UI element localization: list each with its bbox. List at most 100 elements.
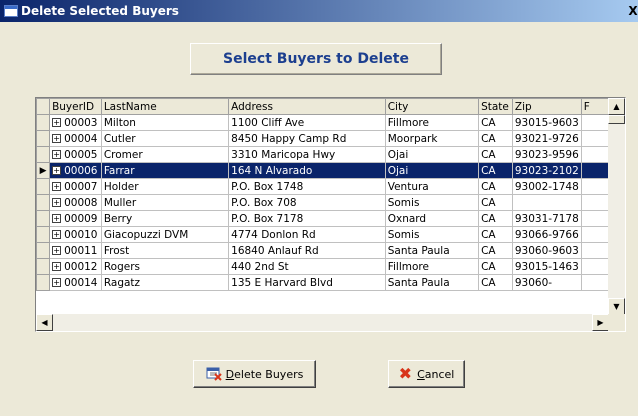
- cell-city[interactable]: Fillmore: [384, 258, 480, 275]
- horizontal-scrollbar[interactable]: ◀ ▶: [36, 314, 609, 331]
- cell-last[interactable]: Milton: [100, 114, 230, 131]
- table-row[interactable]: +00014 Ragatz 135 E Harvard Blvd Santa Paul…: [36, 274, 609, 291]
- table-row[interactable]: +00012 Rogers 440 2nd St Fillmore CA 93015-14…: [36, 258, 609, 275]
- table-row[interactable]: +00003 Milton 1100 Cliff Ave Fillmore CA 9301…: [36, 114, 609, 131]
- cell-last[interactable]: Berry: [100, 210, 230, 227]
- table-row[interactable]: +00011 Frost 16840 Anlauf Rd Santa Paula CA 9…: [36, 242, 609, 259]
- column-header-state[interactable]: State: [478, 98, 513, 115]
- cell-state[interactable]: CA: [478, 194, 513, 211]
- cell-address[interactable]: 3310 Maricopa Hwy: [228, 146, 386, 163]
- expand-icon[interactable]: +: [52, 214, 62, 223]
- column-header-buyerid[interactable]: BuyerID: [49, 98, 102, 115]
- cell-city[interactable]: Ventura: [384, 178, 480, 195]
- cell-address[interactable]: 440 2nd St: [228, 258, 386, 275]
- expand-icon[interactable]: +: [52, 182, 62, 191]
- cell-address[interactable]: 164 N Alvarado: [228, 162, 386, 179]
- cell-zip[interactable]: 93015-9603: [511, 114, 582, 131]
- cell-last[interactable]: Muller: [100, 194, 230, 211]
- cell-state[interactable]: CA: [478, 114, 513, 131]
- column-header-city[interactable]: City: [384, 98, 480, 115]
- table-row[interactable]: +00008 Muller P.O. Box 708 Somis CA: [36, 194, 609, 211]
- cell-state[interactable]: CA: [478, 162, 513, 179]
- column-header-address[interactable]: Address: [228, 98, 386, 115]
- cell-city[interactable]: Moorpark: [384, 130, 480, 147]
- expand-icon[interactable]: +: [52, 230, 62, 239]
- expand-icon[interactable]: +: [52, 278, 62, 287]
- row-selector[interactable]: [36, 258, 51, 275]
- cell-zip[interactable]: [511, 194, 582, 211]
- table-row[interactable]: +00007 Holder P.O. Box 1748 Ventura CA 93002-…: [36, 178, 609, 195]
- expand-icon[interactable]: +: [52, 246, 62, 255]
- cell-f[interactable]: [580, 226, 609, 243]
- row-selector[interactable]: [36, 114, 51, 131]
- cell-address[interactable]: 4774 Donlon Rd: [228, 226, 386, 243]
- cell-buyerid[interactable]: +00007: [49, 178, 102, 195]
- close-icon[interactable]: X: [628, 3, 638, 19]
- vertical-scrollbar[interactable]: ▲ ▼: [608, 98, 625, 315]
- cell-state[interactable]: CA: [478, 210, 513, 227]
- cell-f[interactable]: [580, 274, 609, 291]
- scroll-down-icon[interactable]: ▼: [608, 298, 625, 315]
- row-selector[interactable]: [36, 226, 51, 243]
- row-selector[interactable]: [36, 130, 51, 147]
- cell-state[interactable]: CA: [478, 274, 513, 291]
- cell-last[interactable]: Rogers: [100, 258, 230, 275]
- expand-icon[interactable]: +: [52, 198, 62, 207]
- cell-buyerid[interactable]: +00014: [49, 274, 102, 291]
- expand-icon[interactable]: +: [52, 262, 62, 271]
- cell-last[interactable]: Cromer: [100, 146, 230, 163]
- cell-buyerid[interactable]: +00005: [49, 146, 102, 163]
- cell-last[interactable]: Ragatz: [100, 274, 230, 291]
- cell-state[interactable]: CA: [478, 130, 513, 147]
- cell-state[interactable]: CA: [478, 178, 513, 195]
- cell-last[interactable]: Farrar: [100, 162, 230, 179]
- cell-buyerid[interactable]: +00011: [49, 242, 102, 259]
- expand-icon[interactable]: +: [52, 150, 62, 159]
- scroll-up-icon[interactable]: ▲: [608, 98, 625, 115]
- cell-address[interactable]: 1100 Cliff Ave: [228, 114, 386, 131]
- cell-zip[interactable]: 93015-1463: [511, 258, 582, 275]
- row-selector[interactable]: [36, 178, 51, 195]
- cell-f[interactable]: [580, 242, 609, 259]
- table-row[interactable]: ▶ +00006 Farrar 164 N Alvarado Ojai CA 93023-2…: [36, 162, 609, 179]
- cell-buyerid[interactable]: +00008: [49, 194, 102, 211]
- cell-address[interactable]: P.O. Box 708: [228, 194, 386, 211]
- cell-city[interactable]: Ojai: [384, 162, 480, 179]
- cell-city[interactable]: Fillmore: [384, 114, 480, 131]
- cell-address[interactable]: 135 E Harvard Blvd: [228, 274, 386, 291]
- cell-f[interactable]: [580, 194, 609, 211]
- column-header-lastname[interactable]: LastName: [100, 98, 230, 115]
- cell-state[interactable]: CA: [478, 146, 513, 163]
- cell-zip[interactable]: 93060-9603: [511, 242, 582, 259]
- cell-buyerid[interactable]: +00006: [49, 162, 102, 179]
- table-row[interactable]: +00005 Cromer 3310 Maricopa Hwy Ojai CA 93023…: [36, 146, 609, 163]
- row-selector[interactable]: ▶: [36, 162, 51, 179]
- cell-address[interactable]: 8450 Happy Camp Rd: [228, 130, 386, 147]
- cell-zip[interactable]: 93002-1748: [511, 178, 582, 195]
- cell-city[interactable]: Ojai: [384, 146, 480, 163]
- cell-f[interactable]: [580, 130, 609, 147]
- scroll-right-icon[interactable]: ▶: [592, 314, 609, 331]
- cell-f[interactable]: [580, 114, 609, 131]
- table-row[interactable]: +00009 Berry P.O. Box 7178 Oxnard CA 93031-71…: [36, 210, 609, 227]
- cell-buyerid[interactable]: +00003: [49, 114, 102, 131]
- cell-last[interactable]: Cutler: [100, 130, 230, 147]
- delete-buyers-button[interactable]: Delete Buyers: [193, 360, 316, 388]
- cell-city[interactable]: Somis: [384, 194, 480, 211]
- row-selector[interactable]: [36, 210, 51, 227]
- cell-f[interactable]: [580, 146, 609, 163]
- cell-buyerid[interactable]: +00012: [49, 258, 102, 275]
- cell-f[interactable]: [580, 258, 609, 275]
- cell-buyerid[interactable]: +00010: [49, 226, 102, 243]
- cell-city[interactable]: Santa Paula: [384, 242, 480, 259]
- cell-f[interactable]: [580, 178, 609, 195]
- table-row[interactable]: +00010 Giacopuzzi DVM 4774 Donlon Rd Somis C…: [36, 226, 609, 243]
- cell-zip[interactable]: 93060-: [511, 274, 582, 291]
- cell-zip[interactable]: 93021-9726: [511, 130, 582, 147]
- vertical-scroll-thumb[interactable]: [608, 115, 625, 124]
- row-selector[interactable]: [36, 194, 51, 211]
- cell-address[interactable]: P.O. Box 1748: [228, 178, 386, 195]
- expand-icon[interactable]: +: [52, 166, 62, 175]
- cell-buyerid[interactable]: +00009: [49, 210, 102, 227]
- cell-last[interactable]: Frost: [100, 242, 230, 259]
